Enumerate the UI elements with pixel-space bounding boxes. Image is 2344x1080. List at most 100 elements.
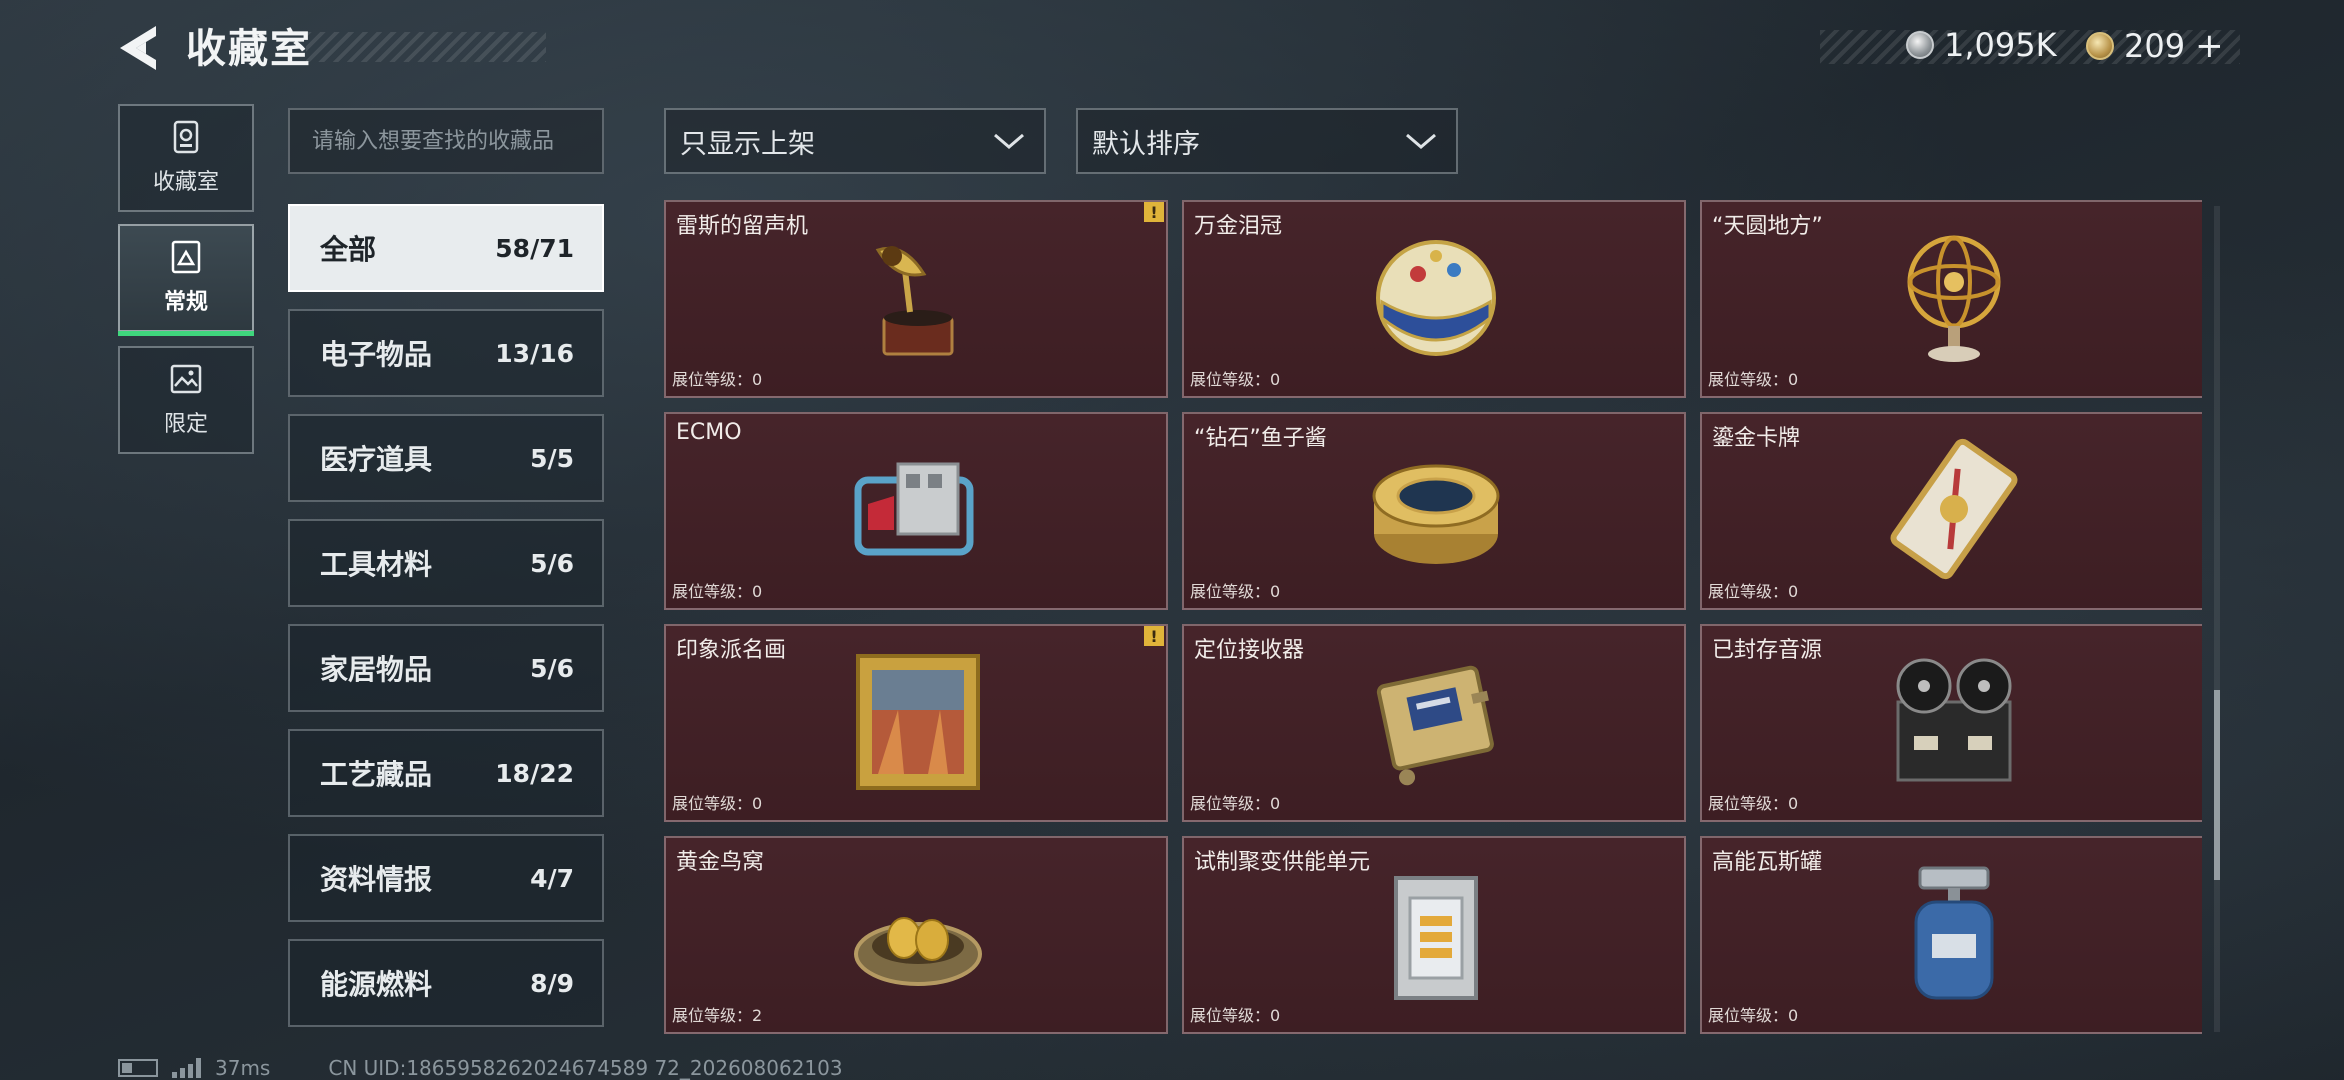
signal-icon <box>172 1058 201 1078</box>
search-input[interactable] <box>312 128 602 154</box>
back-arrow-icon[interactable] <box>116 24 162 72</box>
item-name: “钻石”鱼子酱 <box>1194 426 1327 451</box>
limited-picture-icon <box>170 364 202 394</box>
warning-badge: ! <box>1144 202 1164 222</box>
level-value: 0 <box>1788 370 1799 389</box>
level-label: 展位等级： <box>672 1006 753 1025</box>
category-intel[interactable]: 资料情报 4/7 <box>288 834 604 922</box>
gold-currency: 209 + <box>2086 26 2224 66</box>
rail-tab-limited[interactable]: 限定 <box>118 346 254 454</box>
item-card[interactable]: “钻石”鱼子酱 展位等级：0 <box>1182 412 1686 610</box>
sort-label: 默认排序 <box>1092 128 1200 160</box>
item-name: 印象派名画 <box>676 638 787 663</box>
level-label: 展位等级： <box>1190 370 1271 389</box>
item-card[interactable]: 高能瓦斯罐 展位等级：0 <box>1700 836 2202 1034</box>
regular-exhibit-icon <box>171 240 201 274</box>
category-household[interactable]: 家居物品 5/6 <box>288 624 604 712</box>
level-label: 展位等级： <box>1708 582 1789 601</box>
item-name: 试制聚变供能单元 <box>1194 850 1371 875</box>
item-card[interactable]: 已封存音源 展位等级：0 <box>1700 624 2202 822</box>
gas-canister-icon <box>1914 866 1994 1000</box>
gold-coin-icon <box>2086 32 2114 60</box>
level-value: 0 <box>1270 582 1281 601</box>
search-box <box>288 108 604 174</box>
gold-currency-value: 209 <box>2124 27 2186 65</box>
category-count: 4/7 <box>530 863 574 893</box>
level-value: 0 <box>1788 794 1799 813</box>
collection-room-icon <box>173 120 199 154</box>
category-count: 18/22 <box>495 758 574 788</box>
rail-tab-regular[interactable]: 常规 <box>118 224 254 336</box>
display-filter-dropdown[interactable]: 只显示上架 <box>664 108 1046 174</box>
reel-tape-recorder-icon <box>1896 658 2012 782</box>
category-count: 5/6 <box>530 548 574 578</box>
category-name: 医疗道具 <box>320 443 433 476</box>
item-card[interactable]: ECMO 展位等级：0 <box>664 412 1168 610</box>
level-value: 2 <box>752 1006 763 1025</box>
caviar-tin-icon <box>1372 464 1500 564</box>
category-crafts[interactable]: 工艺藏品 18/22 <box>288 729 604 817</box>
category-count: 5/5 <box>530 443 574 473</box>
level-label: 展位等级： <box>1190 794 1271 813</box>
collection-grid: 雷斯的留声机 ! 展位等级：0 万金泪冠 展位等级：0 “天圆地方” 展位等级：… <box>662 200 2202 1036</box>
item-name: 万金泪冠 <box>1194 214 1283 239</box>
scrollbar-track[interactable] <box>2214 206 2220 1032</box>
item-card[interactable]: 黄金鸟窝 展位等级：2 <box>664 836 1168 1034</box>
category-electronics[interactable]: 电子物品 13/16 <box>288 309 604 397</box>
gilded-card-icon <box>1890 438 2018 580</box>
category-medical[interactable]: 医疗道具 5/5 <box>288 414 604 502</box>
golden-nest-icon <box>854 917 982 986</box>
category-name: 资料情报 <box>320 863 433 896</box>
item-card[interactable]: 定位接收器 展位等级：0 <box>1182 624 1686 822</box>
level-label: 展位等级： <box>1190 582 1271 601</box>
item-card[interactable]: 试制聚变供能单元 展位等级：0 <box>1182 836 1686 1034</box>
warning-badge: ! <box>1144 626 1164 646</box>
item-card[interactable]: 鎏金卡牌 展位等级：0 <box>1700 412 2202 610</box>
display-filter-label: 只显示上架 <box>680 128 815 160</box>
level-label: 展位等级： <box>1190 1006 1271 1025</box>
silver-currency: 1,095K <box>1906 26 2057 64</box>
category-count: 8/9 <box>530 968 574 998</box>
level-value: 0 <box>1270 1006 1281 1025</box>
category-name: 电子物品 <box>320 338 433 371</box>
category-name: 能源燃料 <box>320 968 433 1001</box>
ping-value: 37ms <box>215 1056 271 1080</box>
item-card[interactable]: 万金泪冠 展位等级：0 <box>1182 200 1686 398</box>
jeweled-egg-icon <box>1376 240 1496 356</box>
page-title: 收藏室 <box>186 26 312 72</box>
category-name: 工具材料 <box>320 548 433 581</box>
category-all[interactable]: 全部 58/71 <box>288 204 604 292</box>
add-currency-button[interactable]: + <box>2195 26 2224 66</box>
item-card[interactable]: 印象派名画 ! 展位等级：0 <box>664 624 1168 822</box>
rail-tab-collection-room[interactable]: 收藏室 <box>118 104 254 212</box>
level-value: 0 <box>752 370 763 389</box>
scrollbar-thumb[interactable] <box>2214 690 2220 880</box>
category-name: 工艺藏品 <box>320 758 433 791</box>
title-stripes-decoration <box>306 32 546 62</box>
user-uid: CN UID:1865958262024674589 72_2026080621… <box>328 1056 843 1080</box>
level-value: 0 <box>1788 582 1799 601</box>
sort-dropdown[interactable]: 默认排序 <box>1076 108 1458 174</box>
chevron-down-icon <box>1406 133 1436 149</box>
ecmo-machine-icon <box>854 462 974 556</box>
level-value: 0 <box>1270 794 1281 813</box>
level-value: 0 <box>752 582 763 601</box>
gramophone-icon <box>875 246 954 356</box>
level-label: 展位等级： <box>672 582 753 601</box>
level-value: 0 <box>752 794 763 813</box>
top-bar: 收藏室 1,095K 209 + <box>0 0 2344 100</box>
item-card[interactable]: 雷斯的留声机 ! 展位等级：0 <box>664 200 1168 398</box>
category-count: 13/16 <box>495 338 574 368</box>
level-value: 0 <box>1788 1006 1799 1025</box>
item-name: 雷斯的留声机 <box>676 214 809 239</box>
item-name: ECMO <box>676 420 742 445</box>
item-name: 高能瓦斯罐 <box>1712 850 1823 875</box>
category-tools[interactable]: 工具材料 5/6 <box>288 519 604 607</box>
silver-coin-icon <box>1906 31 1934 59</box>
rail-tab-label: 常规 <box>163 290 208 315</box>
item-name: 定位接收器 <box>1194 638 1305 663</box>
item-card[interactable]: “天圆地方” 展位等级：0 <box>1700 200 2202 398</box>
chevron-down-icon <box>994 133 1024 149</box>
category-name: 全部 <box>320 233 377 266</box>
category-fuel[interactable]: 能源燃料 8/9 <box>288 939 604 1027</box>
